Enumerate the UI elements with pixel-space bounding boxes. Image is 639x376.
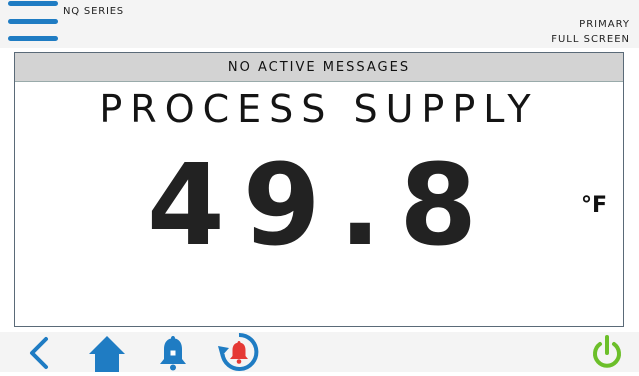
main-display-panel: NO ACTIVE MESSAGES PROCESS SUPPLY 49.8 °… (14, 52, 624, 327)
message-bar: NO ACTIVE MESSAGES (15, 53, 623, 82)
primary-mode-label: PRIMARY (579, 19, 630, 30)
home-icon[interactable] (87, 334, 127, 376)
alarm-history-icon[interactable] (217, 332, 261, 376)
series-label: NQ SERIES (63, 6, 124, 17)
header-bar: NQ SERIES PRIMARY FULL SCREEN (0, 0, 639, 48)
footer-bar (0, 332, 639, 372)
power-icon[interactable] (590, 334, 624, 376)
menu-icon[interactable] (8, 0, 58, 44)
temperature-value: 49.8 (146, 141, 496, 271)
full-screen-label: FULL SCREEN (551, 34, 630, 45)
back-icon[interactable] (26, 336, 52, 374)
alarm-bell-icon[interactable] (158, 334, 188, 376)
temperature-unit: °F (581, 193, 608, 218)
process-title: PROCESS SUPPLY (99, 87, 539, 131)
